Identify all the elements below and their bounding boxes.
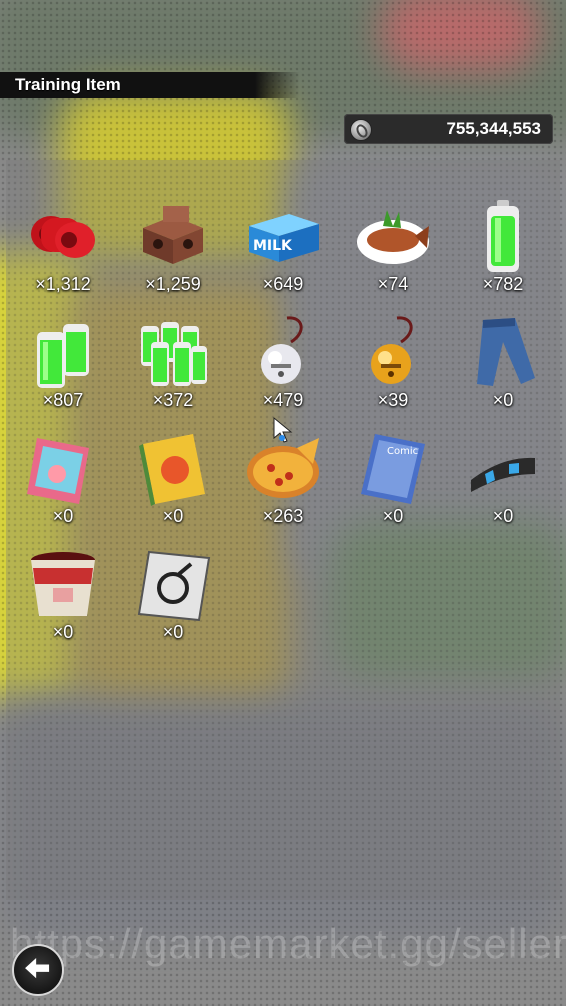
back-arrow-icon	[25, 958, 50, 979]
watermark-text: https://gamemarket.gg/seller/0	[10, 920, 566, 967]
grilled-fish-icon	[357, 210, 429, 264]
item-slot[interactable]: ×807	[8, 304, 118, 414]
item-count: ×0	[52, 506, 74, 526]
currency-amount: 755,344,553	[446, 119, 541, 138]
item-slot[interactable]: ×0	[118, 420, 228, 530]
page-title: Training Item	[15, 75, 121, 94]
cursor-pointer-icon	[273, 416, 293, 443]
item-count: ×0	[162, 506, 184, 526]
svg-text:MILK: MILK	[253, 238, 293, 254]
cookbook-icon	[139, 434, 205, 506]
currency-display: 755,344,553	[344, 114, 553, 144]
item-count: ×0	[492, 506, 514, 526]
svg-text:Comic: Comic	[387, 446, 418, 457]
item-slot[interactable]: MILK ×649	[228, 188, 338, 298]
milk-carton-icon: MILK	[249, 214, 319, 262]
item-count: ×782	[482, 274, 524, 294]
item-count: ×0	[492, 390, 514, 410]
item-slot[interactable]: Comic ×0	[338, 420, 448, 530]
item-slot[interactable]: ×39	[338, 304, 448, 414]
item-count: ×263	[262, 506, 304, 526]
battery-icon	[487, 200, 519, 272]
battery-pack-icon	[37, 324, 89, 388]
item-count: ×0	[162, 622, 184, 642]
back-button[interactable]	[12, 944, 64, 996]
item-slot[interactable]: ×0	[8, 536, 118, 646]
item-slot[interactable]: ×479	[228, 304, 338, 414]
item-slot[interactable]: ×782	[448, 188, 558, 298]
cup-noodle-icon	[31, 552, 95, 616]
item-slot[interactable]: ×0	[118, 536, 228, 646]
coin-icon	[350, 119, 372, 141]
item-count: ×807	[42, 390, 84, 410]
item-slot[interactable]: ×74	[338, 188, 448, 298]
magazine-icon	[27, 438, 89, 504]
item-slot[interactable]: ×1,259	[118, 188, 228, 298]
red-dumbbell-icon	[31, 216, 95, 258]
item-slot[interactable]: ×0	[448, 304, 558, 414]
item-count: ×1,312	[35, 274, 91, 294]
item-count: ×74	[377, 274, 409, 294]
jeans-icon	[477, 318, 535, 386]
item-count: ×1,259	[145, 274, 201, 294]
gold-bell-icon	[371, 316, 413, 384]
title-bar: Training Item	[0, 72, 300, 98]
item-count: ×372	[152, 390, 194, 410]
item-count: ×0	[382, 506, 404, 526]
item-slot[interactable]: ×372	[118, 304, 228, 414]
item-count: ×479	[262, 390, 304, 410]
belt-icon	[471, 457, 535, 492]
comic-book-icon: Comic	[361, 434, 425, 504]
battery-crate-icon	[141, 322, 207, 386]
silver-bell-icon	[261, 316, 303, 384]
item-slot[interactable]: ×0	[448, 420, 558, 530]
brick-icon	[143, 206, 203, 264]
mystery-card-icon	[137, 550, 211, 622]
item-slot[interactable]: ×0	[8, 420, 118, 530]
item-slot[interactable]: ×1,312	[8, 188, 118, 298]
item-count: ×39	[377, 390, 409, 410]
item-count: ×0	[52, 622, 74, 642]
item-count: ×649	[262, 274, 304, 294]
